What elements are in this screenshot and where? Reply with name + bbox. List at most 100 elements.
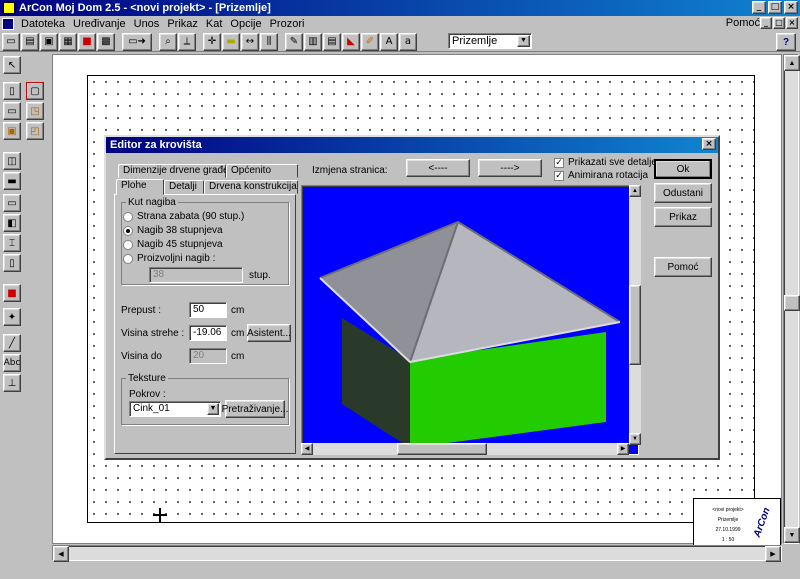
help-button[interactable]: Pomoć: [654, 257, 712, 277]
stairs-icon[interactable]: ⫼: [260, 32, 278, 51]
crosshair-icon[interactable]: ✛: [203, 32, 221, 51]
object-icon[interactable]: ▬: [3, 172, 21, 190]
zoom-icon[interactable]: ⌕: [159, 32, 177, 51]
render-icon[interactable]: ■: [78, 32, 96, 51]
animated-rotation-checkbox[interactable]: ✓ Animirana rotacija: [554, 170, 648, 181]
tab-timber-dimensions[interactable]: Dimenzije drvene građe: [118, 164, 229, 178]
scroll-right-icon[interactable]: ▶: [617, 443, 629, 455]
ok-button[interactable]: Ok: [654, 159, 712, 179]
text-style-icon[interactable]: A: [380, 32, 398, 51]
chevron-down-icon[interactable]: ▼: [207, 403, 219, 415]
tab-details[interactable]: Detalji: [164, 180, 204, 194]
browse-button[interactable]: Pretraživanje...: [222, 400, 288, 418]
label-icon[interactable]: ⌶: [3, 234, 21, 252]
custom-slope-field[interactable]: 38: [149, 267, 243, 283]
save-icon[interactable]: ▣: [40, 32, 58, 51]
vertical-scroll-thumb[interactable]: [784, 295, 800, 311]
radio-button[interactable]: [123, 225, 133, 236]
dimension-line-icon[interactable]: ⊥: [3, 374, 21, 392]
door-icon[interactable]: ▭: [3, 102, 21, 120]
open-folder-icon[interactable]: ▤: [21, 32, 39, 51]
doc-close-button[interactable]: ×: [786, 17, 798, 29]
eave-height-field[interactable]: -19.06: [189, 325, 227, 341]
font-size-icon[interactable]: a: [399, 32, 417, 51]
room-icon[interactable]: ▢: [26, 82, 44, 100]
preview-vscroll-thumb[interactable]: [629, 285, 641, 365]
view-button[interactable]: Prikaz: [654, 207, 712, 227]
preview-vertical-scrollbar[interactable]: ▲ ▼: [629, 185, 641, 445]
stairs-icon[interactable]: ▣: [3, 122, 21, 140]
preview-horizontal-scrollbar[interactable]: ◀ ▶: [301, 443, 629, 455]
scroll-left-icon[interactable]: ◀: [301, 443, 313, 455]
chevron-down-icon[interactable]: ▼: [517, 35, 530, 47]
roof-3d-preview[interactable]: [301, 185, 639, 455]
tab-timber-construction[interactable]: Drvena konstrukcija: [204, 180, 298, 194]
tab-surfaces[interactable]: Plohe: [116, 179, 164, 195]
document-menu-icon[interactable]: [2, 18, 14, 30]
new-file-icon[interactable]: ▭: [2, 32, 20, 51]
dialog-close-button[interactable]: ×: [702, 138, 716, 150]
next-page-button[interactable]: ---->: [478, 159, 542, 177]
scroll-up-icon[interactable]: ▲: [629, 185, 641, 197]
scroll-right-icon[interactable]: ▶: [765, 546, 781, 562]
wall-icon[interactable]: ▯: [3, 82, 21, 100]
cancel-button[interactable]: Odustani: [654, 183, 712, 203]
menu-options[interactable]: Opcije: [226, 18, 265, 30]
radio-button[interactable]: [123, 211, 133, 222]
show-all-details-checkbox[interactable]: ✓ Prikazati sve detalje: [554, 157, 657, 168]
cover-select[interactable]: Cink_01 ▼: [129, 401, 221, 417]
maximize-button[interactable]: □: [768, 1, 782, 14]
pointer-icon[interactable]: ↖: [3, 56, 21, 74]
assistant-button[interactable]: Asistent...: [247, 324, 291, 342]
measure-icon[interactable]: ⟂: [178, 32, 196, 51]
roof-icon[interactable]: ◫: [3, 152, 21, 170]
print-icon[interactable]: ▦: [59, 32, 77, 51]
canvas-vertical-scrollbar[interactable]: ▲ ▼: [783, 54, 800, 544]
radio-slope-45[interactable]: Nagib 45 stupnjeva: [123, 239, 223, 250]
doc-minimize-button[interactable]: _: [760, 17, 772, 29]
menu-file[interactable]: Datoteka: [17, 18, 69, 30]
overhang-field[interactable]: 50: [189, 302, 227, 318]
scroll-down-icon[interactable]: ▼: [784, 527, 800, 543]
menu-view[interactable]: Prikaz: [163, 18, 202, 30]
dimension-icon[interactable]: ↔: [241, 32, 259, 51]
close-button[interactable]: ×: [784, 1, 798, 14]
wand-icon[interactable]: ✦: [3, 308, 21, 326]
measure-icon[interactable]: ◧: [3, 214, 21, 232]
prev-page-button[interactable]: <----: [406, 159, 470, 177]
preview-hscroll-thumb[interactable]: [397, 443, 487, 455]
radio-slope-38[interactable]: Nagib 38 stupnjeva: [123, 225, 223, 236]
ruler-icon[interactable]: ▬: [222, 32, 240, 51]
radio-button[interactable]: [123, 239, 133, 250]
menu-edit[interactable]: Uređivanje: [69, 18, 130, 30]
checkbox-box[interactable]: ✓: [554, 170, 564, 181]
grid-icon[interactable]: ▯: [3, 254, 21, 272]
checkbox-box[interactable]: ✓: [554, 157, 564, 168]
column-icon[interactable]: ◰: [26, 122, 44, 140]
menu-insert[interactable]: Unos: [130, 18, 164, 30]
canvas-horizontal-scrollbar[interactable]: ◀ ▶: [52, 545, 782, 562]
height-to-field[interactable]: 20: [189, 348, 227, 364]
grid-icon[interactable]: ▥: [304, 32, 322, 51]
tiles-icon[interactable]: ▩: [97, 32, 115, 51]
line-icon[interactable]: ╱: [3, 334, 21, 352]
doc-restore-button[interactable]: □: [773, 17, 785, 29]
color-icon[interactable]: ◣: [342, 32, 360, 51]
fence-icon[interactable]: ▤: [323, 32, 341, 51]
window-icon[interactable]: ◳: [26, 102, 44, 120]
radio-button[interactable]: [123, 253, 133, 264]
radio-custom-slope[interactable]: Proizvoljni nagib :: [123, 253, 215, 264]
dimension-icon[interactable]: ▭: [3, 194, 21, 212]
flag-icon[interactable]: ■: [3, 284, 21, 302]
pencil-icon[interactable]: ✐: [361, 32, 379, 51]
menu-help[interactable]: Pomoć: [726, 17, 760, 29]
text-icon[interactable]: Abc: [3, 354, 21, 372]
brush-icon[interactable]: ✎: [285, 32, 303, 51]
scroll-down-icon[interactable]: ▼: [629, 433, 641, 445]
scroll-left-icon[interactable]: ◀: [53, 546, 69, 562]
scroll-up-icon[interactable]: ▲: [784, 55, 800, 71]
floor-select[interactable]: Prizemlje ▼: [448, 33, 532, 49]
radio-gable-side[interactable]: Strana zabata (90 stup.): [123, 211, 244, 222]
menu-windows[interactable]: Prozori: [266, 18, 309, 30]
export-icon[interactable]: ▭➜: [122, 32, 152, 51]
